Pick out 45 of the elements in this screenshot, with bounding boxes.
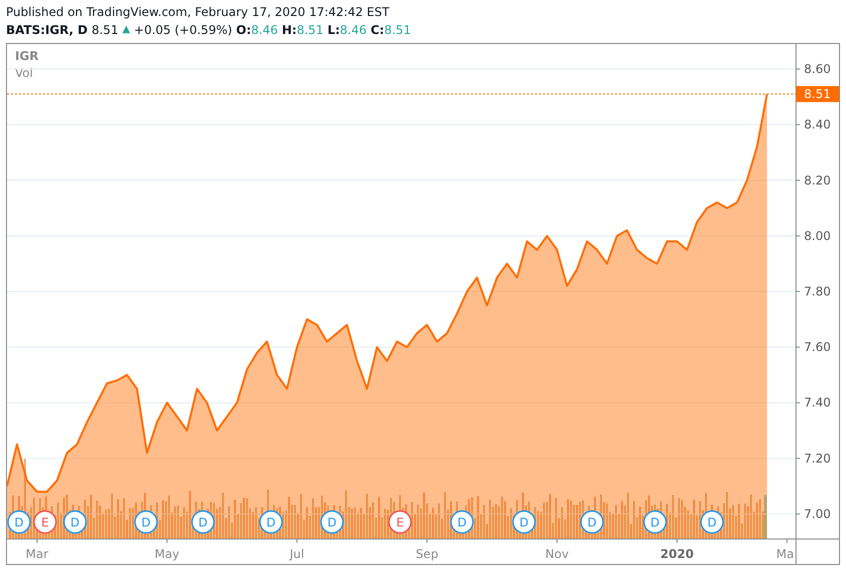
symbol-label: BATS:IGR, D [6, 22, 88, 39]
price-axis-label: 7.40 [804, 396, 831, 410]
last-price-label: 8.51 [796, 86, 839, 102]
event-marker[interactable]: D [700, 510, 724, 534]
price-axis-label: 7.00 [804, 506, 831, 521]
price-axis-label: 7.20 [804, 451, 831, 466]
ohlc-value: 8.51 [296, 22, 324, 39]
price-axis-label: 8.40 [804, 118, 831, 132]
up-triangle-icon: ▲ [122, 21, 130, 39]
price-axis-label: 7.60 [804, 340, 831, 354]
time-axis-label: Sep [416, 547, 438, 561]
event-marker[interactable]: D [450, 510, 474, 534]
legend-symbol: IGR [15, 48, 39, 65]
ohlc-value: 8.46 [251, 22, 278, 39]
event-marker[interactable]: D [7, 510, 31, 534]
time-axis-label: Jul [290, 547, 304, 561]
published-caption: Published on TradingView.com, February 17, 2020 17:42:42 EST [6, 4, 390, 21]
ohlc-value: 8.51 [384, 22, 411, 39]
time-axis-label: Mar [26, 547, 48, 561]
event-marker[interactable]: D [512, 510, 536, 534]
ref-line-label: 8.51 [804, 87, 831, 102]
time-axis-label: May [154, 547, 180, 561]
ohlc-label: L: [327, 22, 340, 39]
event-marker[interactable]: D [320, 510, 344, 534]
ohlc-value: 8.46 [340, 22, 367, 39]
price-axis-label: 8.20 [804, 173, 831, 188]
ohlc-label: C: [370, 22, 384, 39]
price-axis-label: 7.80 [804, 284, 831, 298]
event-marker[interactable]: D [580, 510, 604, 534]
time-axis-label: Ma [776, 547, 794, 561]
change-value: +0.05 (+0.59%) [134, 22, 232, 39]
price-value: 8.51 [92, 22, 118, 39]
event-marker[interactable]: D [134, 510, 158, 534]
event-marker[interactable]: E [388, 510, 412, 534]
price-axis-label: 8.60 [804, 62, 831, 76]
event-marker[interactable]: D [191, 510, 215, 534]
event-marker[interactable]: D [643, 510, 667, 534]
time-axis-label: Nov [545, 547, 569, 561]
ohlc-label: H: [282, 22, 297, 39]
price-axis-label: 8.00 [804, 228, 831, 243]
event-marker[interactable]: E [33, 510, 57, 534]
ohlc-label: O: [236, 22, 252, 39]
event-marker[interactable]: D [63, 510, 87, 534]
time-axis-label: 2020 [660, 547, 694, 561]
event-marker[interactable]: D [259, 510, 283, 534]
